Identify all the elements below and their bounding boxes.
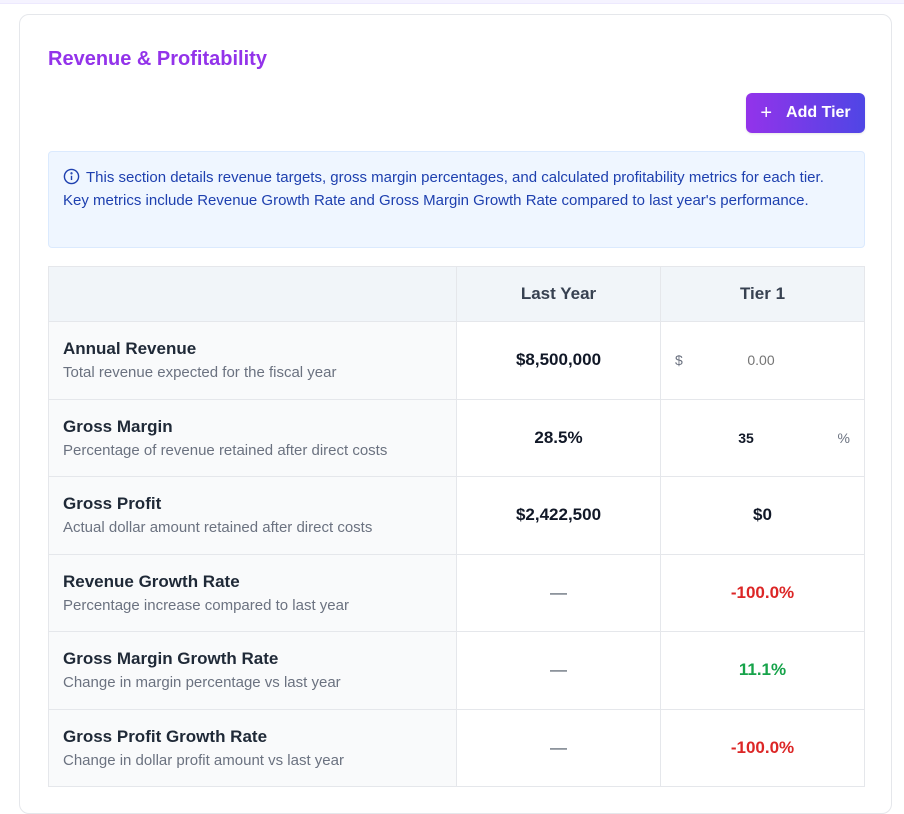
table-header-row: Last Year Tier 1 xyxy=(49,267,864,322)
tier-1-cell: $0 xyxy=(661,477,864,554)
metric-name: Revenue Growth Rate xyxy=(63,571,240,591)
metric-name: Annual Revenue xyxy=(63,339,197,359)
metric-cell: Gross Margin Growth Rate Change in margi… xyxy=(49,632,457,709)
metric-description: Percentage of revenue retained after dir… xyxy=(63,441,388,459)
tier-1-value: $0 xyxy=(753,505,772,525)
section-title: Revenue & Profitability xyxy=(48,48,267,70)
table-row: Gross Margin Growth Rate Change in margi… xyxy=(49,632,864,710)
tier-1-cell: $ xyxy=(661,322,864,399)
metric-description: Actual dollar amount retained after dire… xyxy=(63,519,373,537)
tier-1-value: 11.1% xyxy=(738,660,787,680)
metric-description: Change in margin percentage vs last year xyxy=(63,674,341,692)
last-year-value: — xyxy=(550,582,567,602)
info-box: This section details revenue targets, gr… xyxy=(48,151,865,248)
metric-cell: Gross Margin Percentage of revenue retai… xyxy=(49,399,457,476)
currency-prefix: $ xyxy=(675,352,683,369)
tier-1-cell: -100.0% xyxy=(661,555,864,632)
table-row: Gross Margin Percentage of revenue retai… xyxy=(49,399,864,477)
last-year-cell: — xyxy=(457,554,661,631)
plus-icon: + xyxy=(760,102,773,124)
table-row: Revenue Growth Rate Percentage increase … xyxy=(49,554,864,632)
last-year-cell: $2,422,500 xyxy=(457,477,661,554)
metric-name: Gross Margin Growth Rate xyxy=(63,649,279,669)
last-year-cell: 28.5% xyxy=(457,399,661,476)
last-year-value: 28.5% xyxy=(534,427,583,447)
tier-1-cell: 11.1% xyxy=(661,632,864,709)
metric-name: Gross Profit xyxy=(63,494,162,514)
header-tier-1: Tier 1 xyxy=(739,284,786,303)
info-text: This section details revenue targets, gr… xyxy=(63,169,824,209)
metric-description: Total revenue expected for the fiscal ye… xyxy=(63,364,337,382)
header-last-year: Last Year xyxy=(457,267,661,321)
table-row: Annual Revenue Total revenue expected fo… xyxy=(49,322,864,400)
top-strip xyxy=(0,0,904,4)
last-year-cell: — xyxy=(457,632,661,709)
metric-cell: Annual Revenue Total revenue expected fo… xyxy=(49,322,457,399)
last-year-cell: $8,500,000 xyxy=(457,322,661,399)
percent-suffix: % xyxy=(837,429,850,446)
header-metric xyxy=(49,267,457,321)
tier-1-value: -100.0% xyxy=(730,582,795,602)
metric-name: Gross Margin xyxy=(63,416,173,436)
table-row: Gross Profit Actual dollar amount retain… xyxy=(49,477,864,555)
revenue-profitability-card: Revenue & Profitability + Add Tier This … xyxy=(19,14,892,814)
info-circle-icon xyxy=(63,168,80,185)
add-tier-label: Add Tier xyxy=(786,104,851,121)
last-year-value: — xyxy=(550,737,567,757)
metric-cell: Gross Profit Actual dollar amount retain… xyxy=(49,477,457,554)
metric-name: Gross Profit Growth Rate xyxy=(63,726,268,746)
annual-revenue-input[interactable] xyxy=(701,345,821,376)
last-year-value: — xyxy=(550,660,567,680)
last-year-value: $2,422,500 xyxy=(515,505,602,525)
gross-margin-input[interactable] xyxy=(661,422,831,453)
metric-description: Change in dollar profit amount vs last y… xyxy=(63,751,344,769)
tier-1-cell: % xyxy=(661,400,864,477)
last-year-value: $8,500,000 xyxy=(515,350,602,370)
table-row: Gross Profit Growth Rate Change in dolla… xyxy=(49,709,864,787)
metric-description: Percentage increase compared to last yea… xyxy=(63,596,349,614)
add-tier-button[interactable]: + Add Tier xyxy=(746,93,865,133)
metrics-table: Last Year Tier 1 Annual Revenue Total re… xyxy=(48,266,865,787)
metric-cell: Revenue Growth Rate Percentage increase … xyxy=(49,554,457,631)
tier-1-value: -100.0% xyxy=(730,737,795,757)
